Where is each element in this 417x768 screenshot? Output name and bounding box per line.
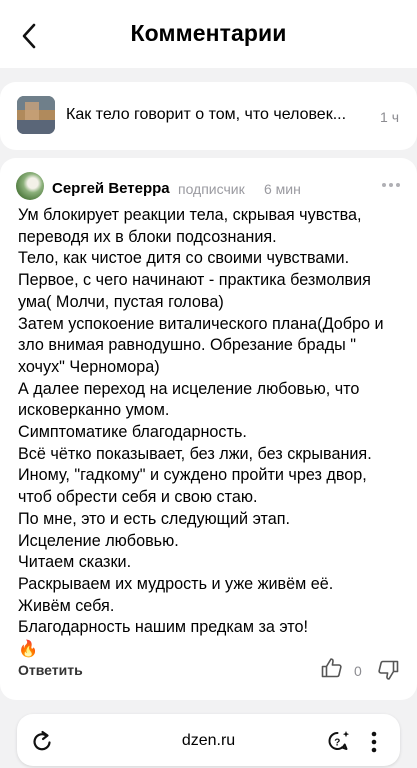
comment-line: зло внимая равнодушно. Обрезание брады " bbox=[18, 336, 357, 355]
comment-line: Исцеление любовью. bbox=[18, 531, 179, 550]
comment-line: переводя их в блоки подсознания. bbox=[18, 227, 277, 246]
top-header: Комментарии bbox=[0, 0, 417, 68]
comment-author[interactable]: Сергей Ветерра bbox=[52, 180, 170, 197]
comment-line: Иному, "гадкому" и суждено пройти чрез д… bbox=[18, 466, 367, 485]
thumbs-down-icon bbox=[378, 660, 399, 680]
comment-line: Тело, как чистое дитя со своими чувствам… bbox=[18, 249, 350, 268]
fire-emoji: 🔥 bbox=[18, 640, 39, 659]
comment-line: Читаем сказки. bbox=[18, 553, 132, 572]
vertical-dots-icon bbox=[371, 731, 377, 753]
more-dots-icon bbox=[382, 183, 400, 187]
comment-line: Раскрываем их мудрость и уже живём её. bbox=[18, 574, 334, 593]
like-count: 0 bbox=[354, 663, 362, 679]
dislike-button[interactable] bbox=[376, 658, 400, 682]
url-text[interactable]: dzen.ru bbox=[0, 732, 417, 750]
assistant-button[interactable]: ? bbox=[326, 729, 352, 755]
comment-more-button[interactable] bbox=[380, 178, 402, 192]
author-role-badge: подписчик bbox=[178, 181, 245, 197]
article-thumbnail[interactable] bbox=[17, 96, 55, 134]
comment-line: Благодарность нашим предкам за это! bbox=[18, 618, 308, 637]
comment-line: Симптоматике благодарность. bbox=[18, 423, 247, 442]
ai-assistant-icon: ? bbox=[328, 731, 350, 750]
page-title: Комментарии bbox=[130, 20, 287, 46]
like-button[interactable] bbox=[320, 656, 344, 680]
comment-line: Затем успокоение виталического плана(Доб… bbox=[18, 314, 384, 333]
comment-line: ума( Молчи, пустая голова) bbox=[18, 292, 224, 311]
thumbs-up-icon bbox=[321, 658, 342, 678]
comment-line: По мне, это и есть следующий этап. bbox=[18, 509, 290, 528]
comment-line: Ум блокирует реакции тела, скрывая чувст… bbox=[18, 206, 362, 224]
article-title-link[interactable]: Как тело говорит о том, что человек... bbox=[66, 106, 346, 124]
comment-line: чтоб обрести себя и свою стаю. bbox=[18, 488, 258, 507]
comment-line: Всё чётко показывает, без лжи, без скрыв… bbox=[18, 444, 372, 463]
comment-line: исковерканно умом. bbox=[18, 401, 170, 420]
article-time: 1 ч bbox=[380, 109, 399, 125]
comment-line: Живём себя. bbox=[18, 596, 115, 615]
comment-line: А далее переход на исцеление любовью, чт… bbox=[18, 379, 360, 398]
comment-time: 6 мин bbox=[264, 181, 301, 197]
reply-button[interactable]: Ответить bbox=[18, 662, 83, 678]
svg-text:?: ? bbox=[334, 738, 340, 749]
comment-line: Первое, с чего начинают - практика безмо… bbox=[18, 271, 371, 290]
browser-menu-button[interactable] bbox=[366, 729, 382, 755]
avatar[interactable] bbox=[16, 172, 44, 200]
comment-line: хочух" Черномора) bbox=[18, 357, 160, 376]
comment-text: Ум блокирует реакции тела, скрывая чувст… bbox=[18, 205, 408, 661]
